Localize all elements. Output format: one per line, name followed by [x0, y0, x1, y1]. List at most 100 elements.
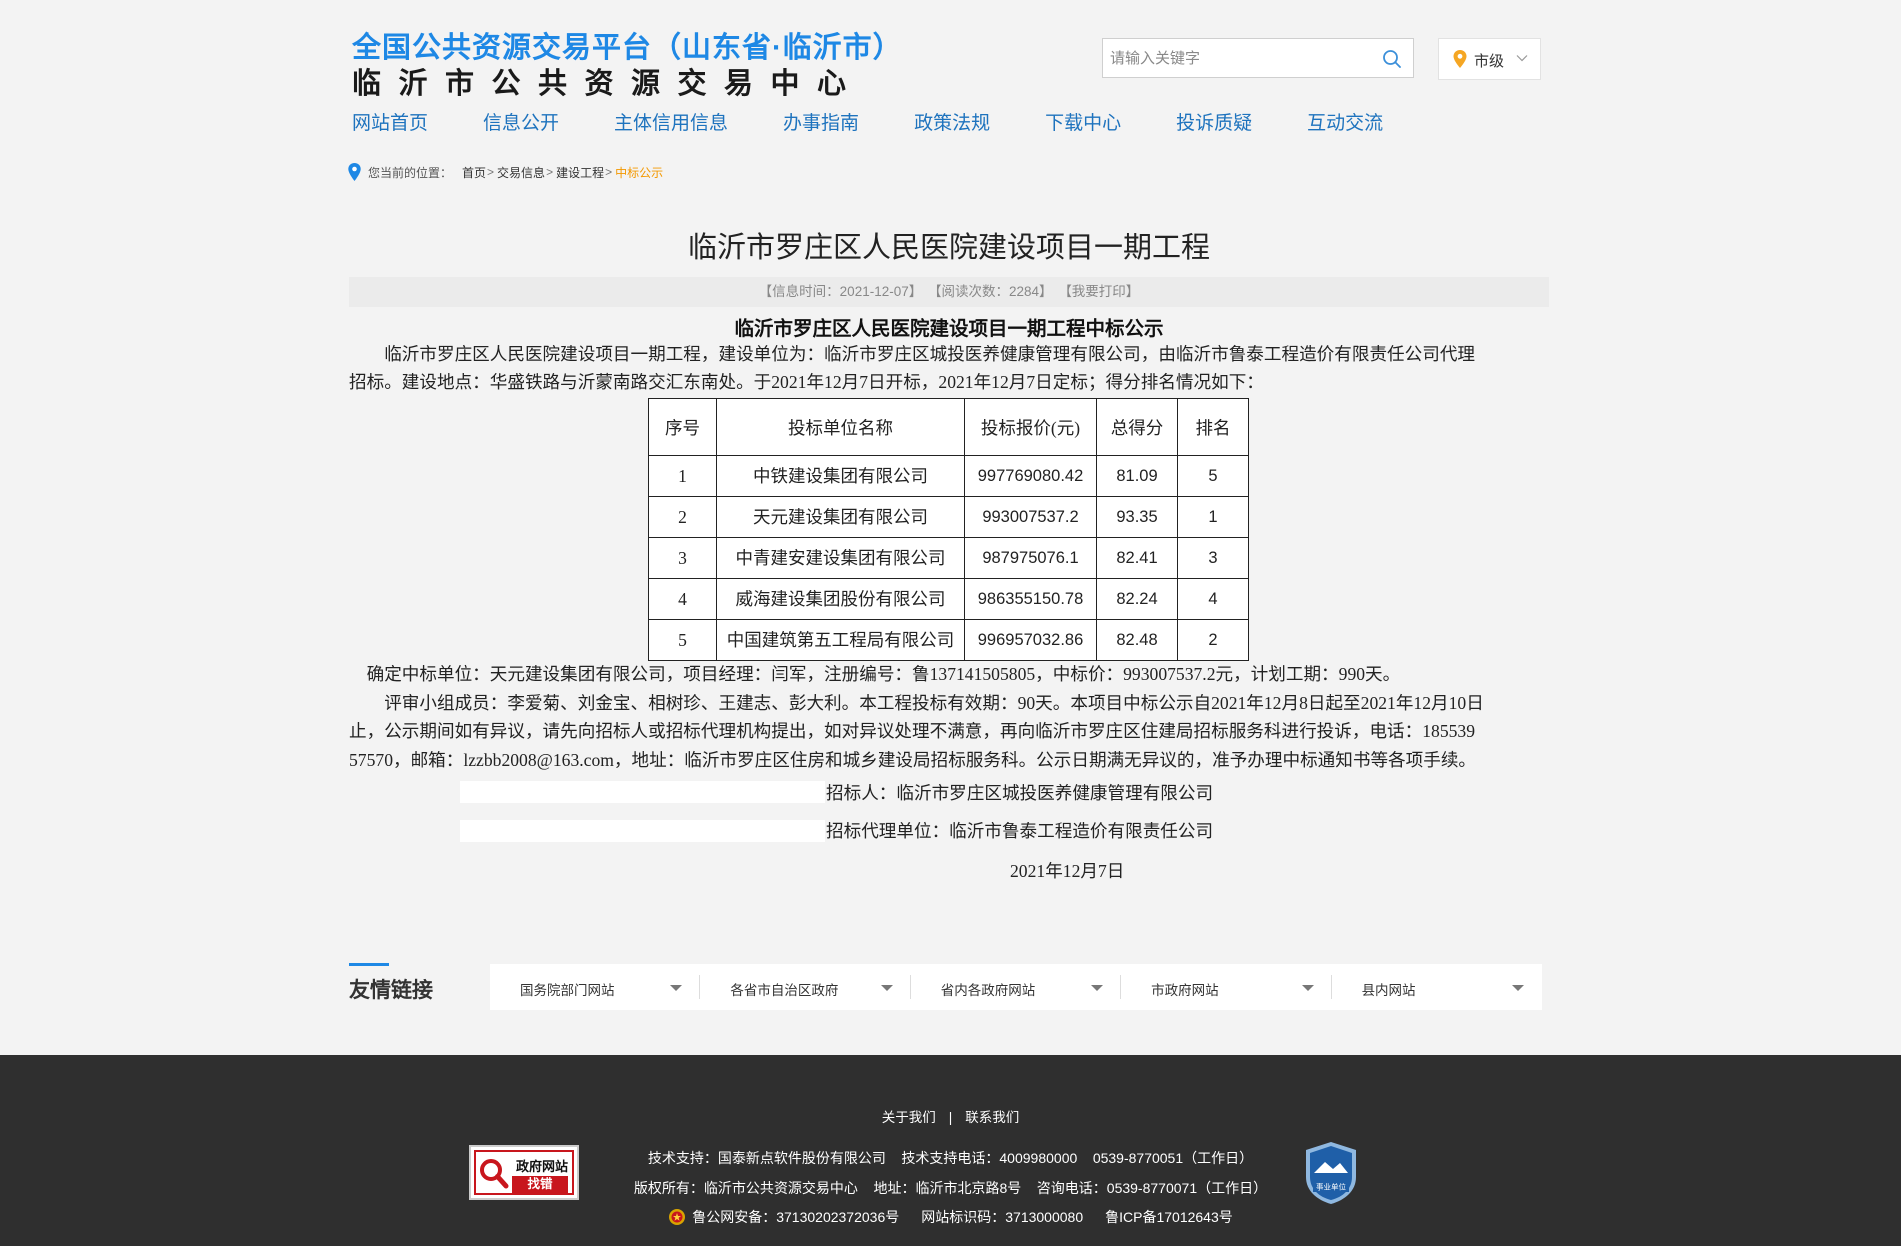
contact-us-link[interactable]: 联系我们: [965, 1110, 1019, 1125]
location-pin-icon: [1453, 50, 1467, 68]
footer-tech-support: 技术支持：国泰新点软件股份有限公司 技术支持电话：4009980000 0539…: [647, 1150, 1254, 1166]
cell-no: 4: [648, 578, 717, 620]
icp-record: 鲁ICP备17012643号: [1105, 1209, 1233, 1225]
footer-copyright: 版权所有：临沂市公共资源交易中心 地址：临沂市北京路8号 咨询电话：0539-8…: [633, 1180, 1268, 1196]
nav-info-disclosure[interactable]: 信息公开: [483, 108, 559, 138]
breadcrumb-current: 中标公示: [615, 165, 664, 180]
shiye-label: 事业单位: [1316, 1182, 1346, 1192]
police-record: 鲁公网安备：37130202372036号: [692, 1209, 900, 1225]
link-select-state-council[interactable]: 国务院部门网站: [490, 975, 701, 999]
review-line-3: 57570，邮箱：lzzbb2008@163.com，地址：临沂市罗庄区住房和城…: [349, 750, 1477, 770]
cell-bidder: 中国建筑第五工程局有限公司: [716, 619, 965, 661]
cell-score: 93.35: [1096, 496, 1178, 538]
table-row: 1 中铁建设集团有限公司 997769080.42 81.09 5: [648, 455, 1249, 497]
link-select-city-gov[interactable]: 市政府网站: [1121, 975, 1332, 999]
links-bar: 国务院部门网站 各省市自治区政府 省内各政府网站 市政府网站 县内网站: [490, 964, 1542, 1010]
chevron-down-icon: [1516, 55, 1528, 62]
search-input[interactable]: [1103, 39, 1373, 77]
cell-price: 997769080.42: [964, 455, 1097, 497]
dropdown-arrow-icon: [880, 985, 893, 991]
cell-price: 996957032.86: [964, 619, 1097, 661]
col-header-rank: 排名: [1177, 398, 1249, 456]
breadcrumb-home[interactable]: 首页: [462, 164, 486, 181]
link-select-provincial-gov[interactable]: 省内各政府网站: [911, 975, 1122, 999]
search-box: [1102, 38, 1414, 78]
nav-service-guide[interactable]: 办事指南: [783, 108, 859, 138]
meta-read-count: 【阅读次数：2284】: [928, 284, 1053, 299]
nav-credit-info[interactable]: 主体信用信息: [614, 108, 728, 138]
link-select-county[interactable]: 县内网站: [1332, 975, 1542, 999]
dropdown-arrow-icon: [1511, 985, 1524, 991]
tenderer-line: 招标人：临沂市罗庄区城投医养健康管理有限公司: [826, 783, 1214, 803]
cell-rank: 1: [1177, 496, 1249, 538]
site-title-center: 临沂市公共资源交易中心: [352, 68, 864, 100]
nav-interaction[interactable]: 互动交流: [1307, 108, 1383, 138]
cell-bidder: 威海建设集团股份有限公司: [716, 578, 965, 620]
cell-score: 82.41: [1096, 537, 1178, 579]
cell-bidder: 天元建设集团有限公司: [716, 496, 965, 538]
table-row: 3 中青建安建设集团有限公司 987975076.1 82.41 3: [648, 537, 1249, 579]
blank-strip: [460, 820, 825, 842]
col-header-bidder: 投标单位名称: [716, 398, 965, 456]
table-row: 5 中国建筑第五工程局有限公司 996957032.86 82.48 2: [648, 619, 1249, 661]
breadcrumb-construction[interactable]: 建设工程: [556, 164, 604, 181]
link-select-provinces[interactable]: 各省市自治区政府: [700, 975, 911, 999]
print-link[interactable]: 【我要打印】: [1058, 284, 1139, 299]
police-emblem-icon: [669, 1209, 686, 1225]
breadcrumb: 您当前的位置： 首页 > 交易信息 > 建设工程 > 中标公示: [348, 163, 663, 181]
cell-no: 3: [648, 537, 717, 579]
agent-line: 招标代理单位：临沂市鲁泰工程造价有限责任公司: [826, 821, 1214, 841]
footer-links: 关于我们 | 联系我们: [881, 1110, 1020, 1125]
city-level-select[interactable]: 市级: [1438, 38, 1541, 80]
breadcrumb-trade-info[interactable]: 交易信息: [497, 164, 545, 181]
cell-no: 1: [648, 455, 717, 497]
public-institution-badge[interactable]: 事业单位: [1305, 1141, 1357, 1205]
blank-strip: [460, 781, 825, 803]
cell-bidder: 中铁建设集团有限公司: [716, 455, 965, 497]
about-us-link[interactable]: 关于我们: [882, 1110, 936, 1125]
nav-home[interactable]: 网站首页: [352, 108, 428, 138]
links-title: 友情链接: [349, 979, 433, 1002]
shield-icon: 事业单位: [1306, 1142, 1356, 1204]
cell-price: 986355150.78: [964, 578, 1097, 620]
col-header-score: 总得分: [1096, 398, 1178, 456]
bid-ranking-table: 序号 投标单位名称 投标报价(元) 总得分 排名 1 中铁建设集团有限公司 99…: [648, 398, 1249, 661]
article-title: 临沂市罗庄区人民医院建设项目一期工程: [687, 232, 1210, 264]
table-header-row: 序号 投标单位名称 投标报价(元) 总得分 排名: [648, 398, 1249, 456]
cell-price: 993007537.2: [964, 496, 1097, 538]
dropdown-arrow-icon: [670, 985, 683, 991]
col-header-price: 投标报价(元): [964, 398, 1097, 456]
cell-price: 987975076.1: [964, 537, 1097, 579]
cell-rank: 5: [1177, 455, 1249, 497]
nav-downloads[interactable]: 下载中心: [1045, 108, 1121, 138]
nav-policies[interactable]: 政策法规: [914, 108, 990, 138]
nav-complaints[interactable]: 投诉质疑: [1176, 108, 1252, 138]
site-code: 网站标识码：3713000080: [921, 1209, 1084, 1225]
main-nav: 网站首页 信息公开 主体信用信息 办事指南 政策法规 下载中心 投诉质疑 互动交…: [352, 108, 1438, 138]
cell-score: 82.24: [1096, 578, 1178, 620]
review-line-2: 止，公示期间如有异议，请先向招标人或招标代理机构提出，如对异议处理不满意，再向临…: [349, 721, 1476, 741]
col-header-no: 序号: [648, 398, 717, 456]
intro-line-2: 招标。建设地点：华盛铁路与沂蒙南路交汇东南处。于2021年12月7日开标，202…: [349, 372, 1264, 392]
search-icon[interactable]: [1381, 48, 1403, 70]
cell-bidder: 中青建安建设集团有限公司: [716, 537, 965, 579]
cell-rank: 3: [1177, 537, 1249, 579]
links-accent-bar: [349, 963, 389, 966]
table-row: 4 威海建设集团股份有限公司 986355150.78 82.24 4: [648, 578, 1249, 620]
city-select-value: 市级: [1474, 53, 1505, 70]
dropdown-arrow-icon: [1301, 985, 1314, 991]
location-pin-icon: [348, 163, 361, 181]
cell-no: 5: [648, 619, 717, 661]
dropdown-arrow-icon: [1091, 985, 1104, 991]
table-row: 2 天元建设集团有限公司 993007537.2 93.35 1: [648, 496, 1249, 538]
review-line-1: 评审小组成员：李爱菊、刘金宝、相树珍、王建志、彭大利。本工程投标有效期：90天。…: [349, 693, 1484, 713]
intro-line-1: 临沂市罗庄区人民医院建设项目一期工程，建设单位为：临沂市罗庄区城投医养健康管理有…: [349, 344, 1476, 364]
notice-date: 2021年12月7日: [1010, 861, 1125, 881]
article-meta: 【信息时间：2021-12-07】 【阅读次数：2284】 【我要打印】: [349, 277, 1549, 307]
cell-score: 82.48: [1096, 619, 1178, 661]
notice-title: 临沂市罗庄区人民医院建设项目一期工程中标公示: [734, 319, 1164, 340]
footer-records: 鲁公网安备：37130202372036号 网站标识码：3713000080 鲁…: [0, 1207, 1901, 1227]
cell-rank: 2: [1177, 619, 1249, 661]
cell-rank: 4: [1177, 578, 1249, 620]
cell-score: 81.09: [1096, 455, 1178, 497]
